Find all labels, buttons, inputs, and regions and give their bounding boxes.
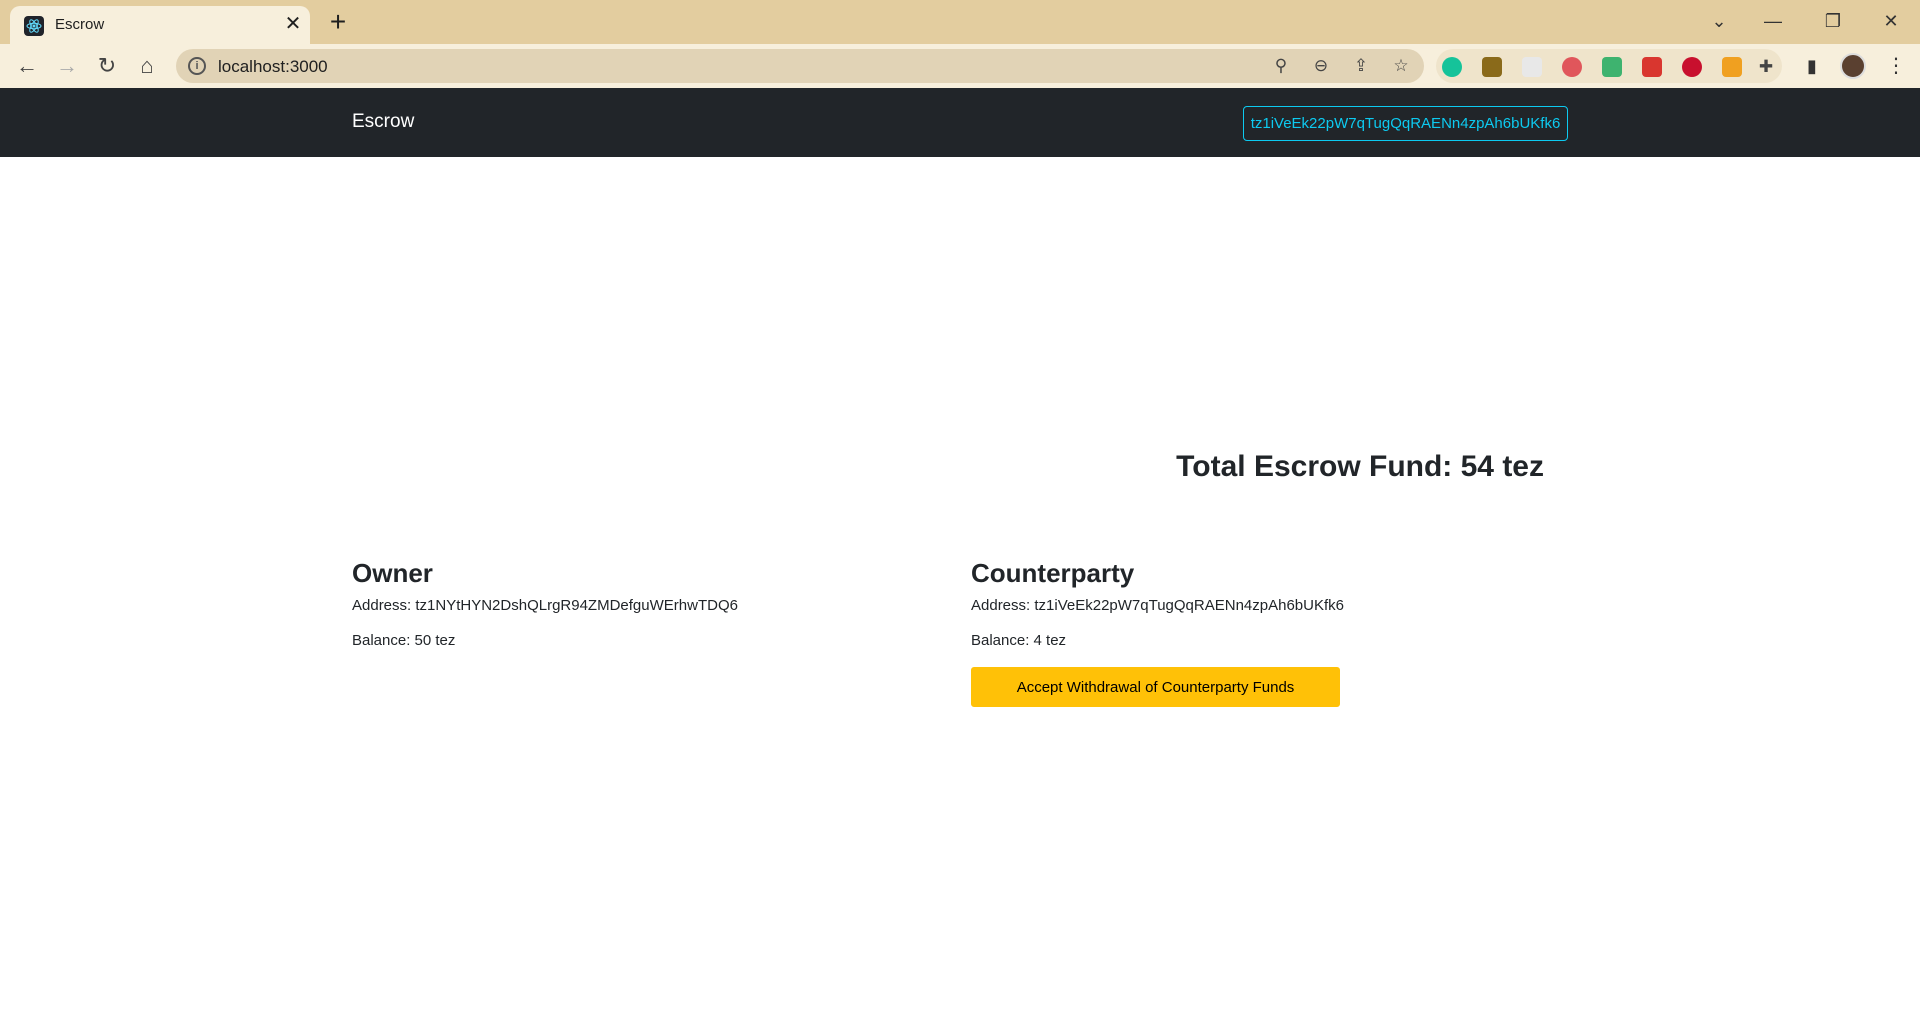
owner-balance: Balance: 50 tez <box>352 632 456 649</box>
owner-section: Owner Address: tz1NYtHYN2DshQLrgR94ZMDef… <box>352 558 952 667</box>
browser-tab[interactable]: Escrow ✕ <box>10 6 310 44</box>
back-icon[interactable]: ← <box>13 52 41 80</box>
search-icon[interactable]: ⚲ <box>1270 55 1292 77</box>
extension-yellow-icon[interactable] <box>1722 57 1742 77</box>
share-icon[interactable]: ⇪ <box>1350 55 1372 77</box>
counterparty-section: Counterparty Address: tz1iVeEk22pW7qTugQ… <box>971 558 1571 707</box>
extensions-strip: ✚ <box>1436 49 1782 83</box>
counterparty-address: Address: tz1iVeEk22pW7qTugQqRAENn4zpAh6b… <box>971 597 1344 614</box>
extension-megaphone-icon[interactable] <box>1642 57 1662 77</box>
tab-title: Escrow <box>55 16 105 33</box>
extensions-puzzle-icon[interactable]: ✚ <box>1756 57 1776 77</box>
url-text[interactable]: localhost:3000 <box>218 57 328 77</box>
accept-withdrawal-button[interactable]: Accept Withdrawal of Counterparty Funds <box>971 667 1340 707</box>
site-info-icon[interactable]: i <box>188 57 206 75</box>
close-window-icon[interactable]: ✕ <box>1876 8 1906 34</box>
react-icon <box>24 16 44 36</box>
grammarly-icon[interactable] <box>1442 57 1462 77</box>
extension-red-icon[interactable] <box>1682 57 1702 77</box>
home-icon[interactable]: ⌂ <box>133 52 161 80</box>
address-bar[interactable]: i localhost:3000 ⚲ ⊖ ⇪ ☆ <box>176 49 1424 83</box>
browser-toolbar: ← → ↻ ⌂ i localhost:3000 ⚲ ⊖ ⇪ ☆ ✚ ▮ ⋮ <box>0 44 1920 88</box>
forward-icon[interactable]: → <box>53 52 81 80</box>
total-escrow-fund: Total Escrow Fund: 54 tez <box>1176 450 1544 483</box>
zoom-out-icon[interactable]: ⊖ <box>1310 55 1332 77</box>
extension-check-icon[interactable] <box>1602 57 1622 77</box>
more-menu-icon[interactable]: ⋮ <box>1886 54 1906 78</box>
extension-plant-icon[interactable] <box>1482 57 1502 77</box>
counterparty-heading: Counterparty <box>971 558 1135 588</box>
owner-heading: Owner <box>352 558 433 588</box>
profile-avatar[interactable] <box>1840 53 1866 79</box>
counterparty-balance: Balance: 4 tez <box>971 632 1067 649</box>
extension-shield-icon[interactable] <box>1562 57 1582 77</box>
wallet-address-button[interactable]: tz1iVeEk22pW7qTugQqRAENn4zpAh6bUKfk6 <box>1243 106 1568 141</box>
browser-titlebar: Escrow ✕ + ⌄ — ❐ ✕ <box>0 0 1920 44</box>
owner-address: Address: tz1NYtHYN2DshQLrgR94ZMDefguWErh… <box>352 597 738 614</box>
new-tab-icon[interactable]: + <box>324 8 352 37</box>
minimize-icon[interactable]: — <box>1758 8 1788 34</box>
reload-icon[interactable]: ↻ <box>93 52 121 80</box>
bookmark-star-icon[interactable]: ☆ <box>1390 55 1412 77</box>
extension-doc-icon[interactable] <box>1522 57 1542 77</box>
side-panel-icon[interactable]: ▮ <box>1800 54 1824 78</box>
app-navbar: Escrow tz1iVeEk22pW7qTugQqRAENn4zpAh6bUK… <box>0 88 1920 157</box>
tab-search-chevron-icon[interactable]: ⌄ <box>1704 8 1734 34</box>
close-tab-icon[interactable]: ✕ <box>282 13 304 35</box>
app-brand[interactable]: Escrow <box>352 111 414 133</box>
restore-icon[interactable]: ❐ <box>1818 8 1848 34</box>
